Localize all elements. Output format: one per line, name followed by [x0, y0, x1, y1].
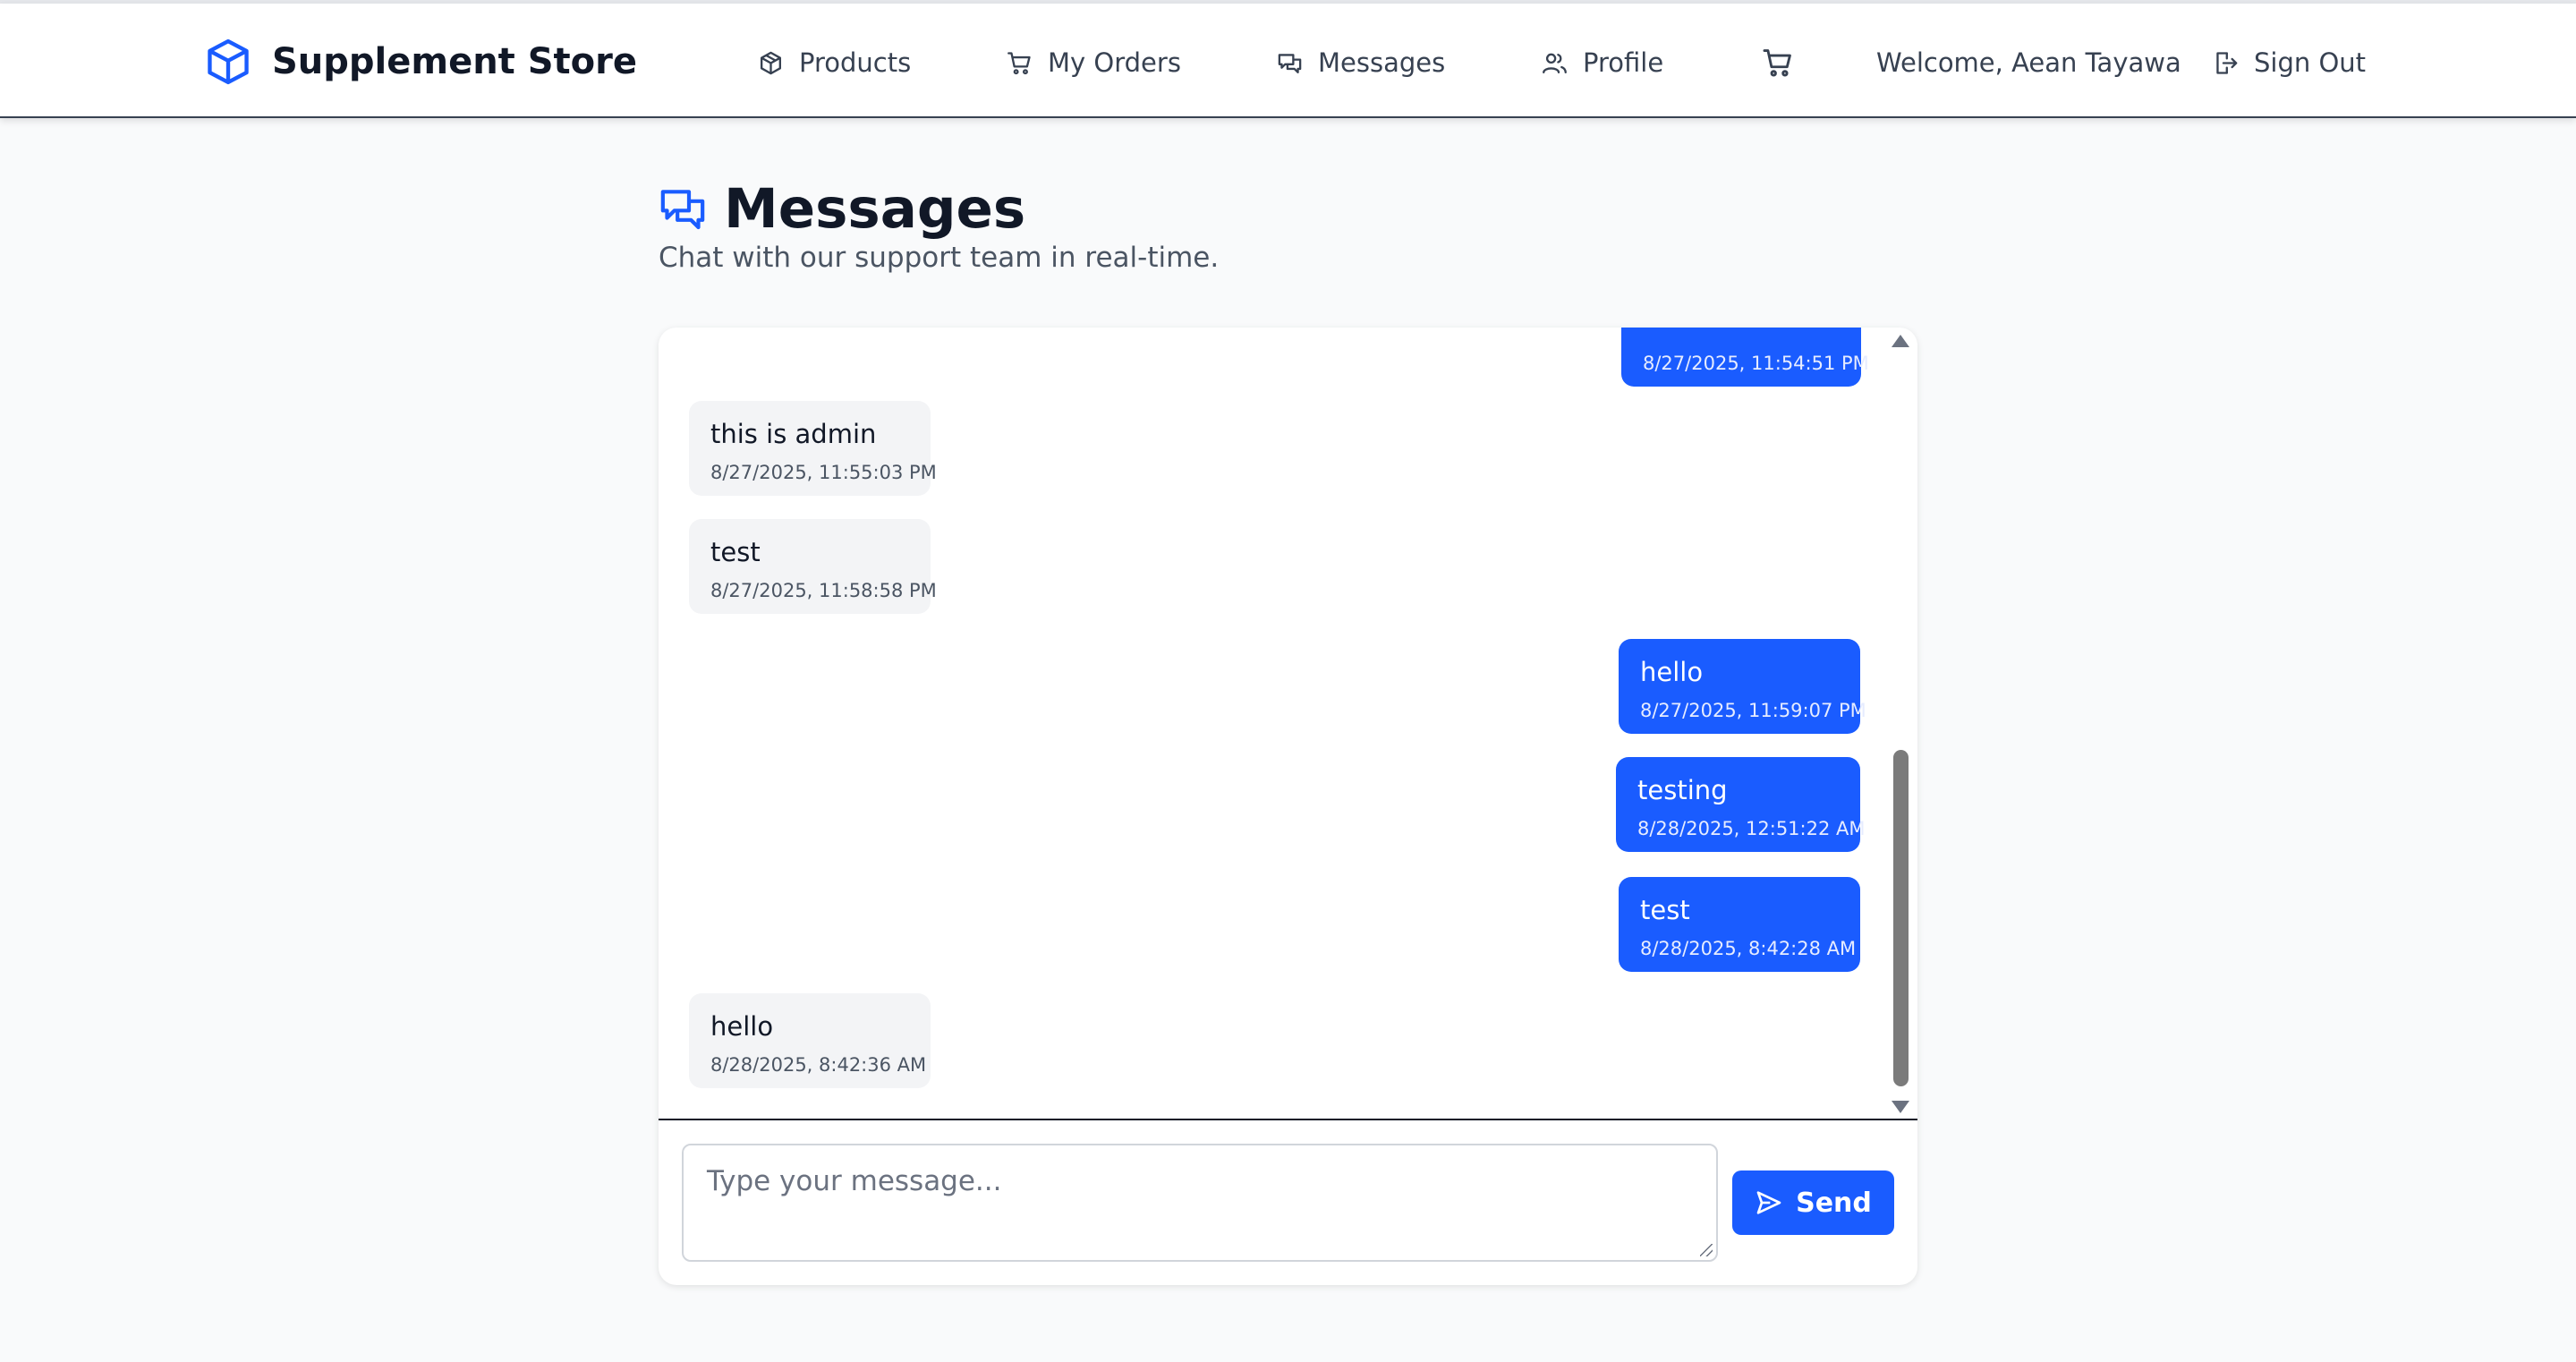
message-text: this is admin: [710, 419, 877, 449]
package-icon: [761, 51, 781, 74]
cart-icon: [1007, 51, 1031, 74]
message-timestamp: 8/27/2025, 11:59:07 PM: [1640, 700, 1866, 721]
message-incoming: hello 8/28/2025, 8:42:36 AM: [689, 993, 931, 1088]
message-timestamp: 8/27/2025, 11:58:58 PM: [710, 580, 937, 601]
nav-products-label: Products: [799, 47, 912, 78]
send-icon: [1756, 1191, 1781, 1214]
message-timestamp: 8/27/2025, 11:54:51 PM: [1643, 353, 1869, 374]
cube-icon: [208, 38, 249, 85]
brand-name: Supplement Store: [272, 41, 637, 82]
brand-logo-link[interactable]: Supplement Store: [202, 34, 637, 89]
page-header: Messages: [658, 175, 1025, 242]
message-incoming: this is admin 8/27/2025, 11:55:03 PM: [689, 401, 937, 496]
shopping-cart-icon: [1763, 49, 1791, 77]
nav-profile[interactable]: Profile: [1541, 39, 1663, 86]
message-outgoing: 8/27/2025, 11:54:51 PM: [1621, 328, 1869, 387]
users-icon: [1543, 53, 1567, 73]
message-outgoing: testing 8/28/2025, 12:51:22 AM: [1616, 757, 1866, 852]
nav-products[interactable]: Products: [757, 39, 911, 86]
message-input[interactable]: Type your message...: [682, 1144, 1718, 1262]
welcome-text: Welcome, Aean Tayawa: [1876, 47, 2181, 78]
chat-bubbles-icon: [1278, 53, 1302, 73]
page-title: Messages: [724, 176, 1026, 241]
message-text: hello: [710, 1011, 774, 1042]
cart-button[interactable]: [1761, 39, 1795, 86]
top-navbar: Supplement Store Products My Orders Mess…: [0, 4, 2576, 118]
sign-out-label: Sign Out: [2254, 47, 2367, 78]
nav-my-orders-label: My Orders: [1048, 47, 1181, 78]
send-button[interactable]: Send: [1732, 1170, 1894, 1235]
message-timestamp: 8/27/2025, 11:55:03 PM: [710, 462, 937, 483]
nav-messages-label: Messages: [1318, 47, 1446, 78]
scroll-down-arrow[interactable]: [1892, 1101, 1909, 1113]
message-incoming: test 8/27/2025, 11:58:58 PM: [689, 519, 937, 614]
message-outgoing: test 8/28/2025, 8:42:28 AM: [1619, 877, 1860, 972]
nav-profile-label: Profile: [1583, 47, 1664, 78]
scroll-up-arrow[interactable]: [1892, 335, 1909, 347]
log-out-icon: [2216, 51, 2238, 74]
resize-handle[interactable]: [1700, 1244, 1713, 1256]
messages-icon: [660, 190, 705, 230]
message-timestamp: 8/28/2025, 8:42:36 AM: [710, 1054, 927, 1076]
message-list[interactable]: 8/27/2025, 11:54:51 PM this is admin 8/2…: [659, 328, 1917, 1120]
message-outgoing: hello 8/27/2025, 11:59:07 PM: [1619, 639, 1866, 734]
sign-out-button[interactable]: Sign Out: [2212, 39, 2366, 86]
message-text: testing: [1637, 775, 1728, 805]
message-text: test: [710, 537, 761, 567]
message-text: test: [1640, 895, 1690, 925]
nav-messages[interactable]: Messages: [1276, 39, 1445, 86]
message-text: hello: [1640, 657, 1704, 687]
message-input-placeholder: Type your message...: [707, 1165, 1002, 1197]
page-subtitle: Chat with our support team in real-time.: [659, 242, 1220, 274]
chat-card: 8/27/2025, 11:54:51 PM this is admin 8/2…: [659, 328, 1917, 1285]
message-timestamp: 8/28/2025, 12:51:22 AM: [1637, 818, 1866, 839]
message-timestamp: 8/28/2025, 8:42:28 AM: [1640, 938, 1857, 959]
nav-my-orders[interactable]: My Orders: [1006, 39, 1181, 86]
send-button-label: Send: [1796, 1187, 1872, 1219]
scrollbar-thumb[interactable]: [1893, 750, 1909, 1086]
